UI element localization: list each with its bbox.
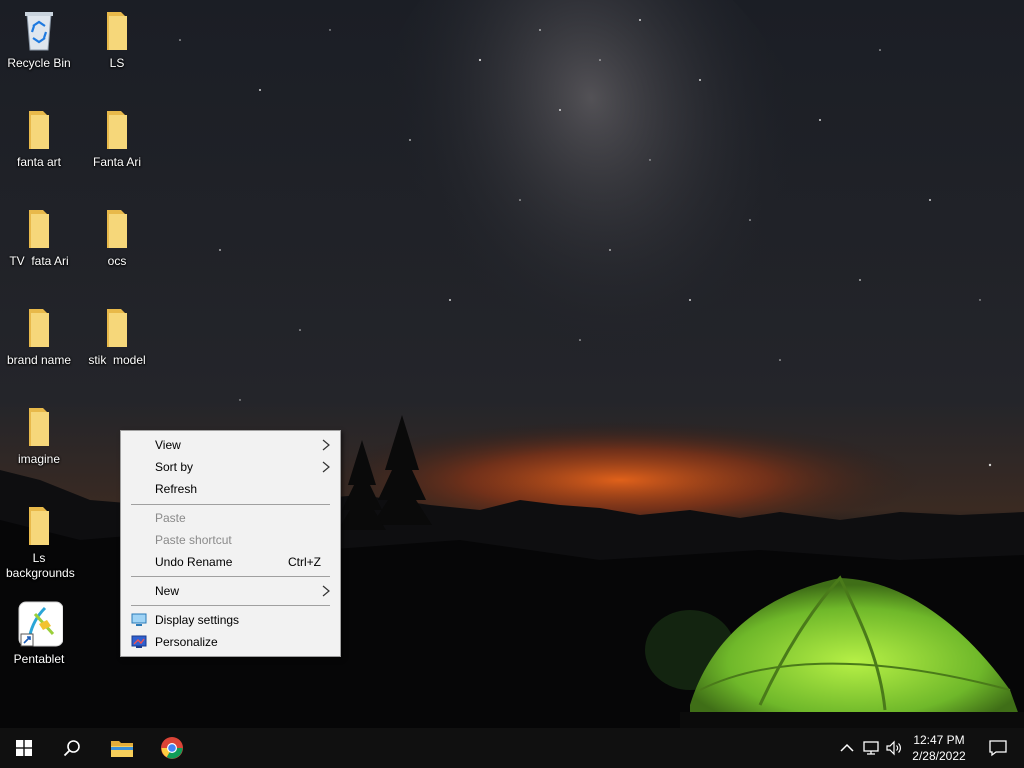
folder-icon [107,210,127,248]
menu-item-paste-shortcut[interactable]: Paste shortcut [122,529,339,551]
desktop-icon-folder-fanta-art[interactable]: fanta art [0,107,78,170]
folder-icon [107,12,127,50]
file-explorer-icon [111,741,133,757]
clock-date: 2/28/2022 [912,749,966,763]
desktop-icon-label: TV fata Ari [9,254,69,268]
desktop-icon-recycle-bin[interactable]: Recycle Bin [0,8,78,71]
notification-icon [989,740,1007,757]
pentablet-app-icon [18,601,63,647]
menu-item-display-settings[interactable]: Display settings [122,609,339,631]
menu-item-label: New [155,584,180,598]
menu-item-personalize[interactable]: Personalize [122,631,339,653]
folder-icon [29,309,49,347]
chrome-button[interactable] [148,728,196,768]
folder-icon [29,507,49,545]
chevron-right-icon [322,585,330,597]
desktop-icon-label: LS [109,56,125,70]
menu-item-refresh[interactable]: Refresh [122,478,339,500]
desktop-icon-folder-stik-model[interactable]: stik model [78,305,156,368]
folder-icon [29,210,49,248]
start-button[interactable] [0,728,48,768]
desktop-icon-label: Pentablet [13,652,65,666]
menu-item-paste[interactable]: Paste [122,507,339,529]
desktop-icon-label: brand name [6,353,72,367]
menu-item-label: Undo Rename [155,555,233,569]
menu-item-label: Refresh [155,482,198,496]
chevron-up-icon[interactable] [837,738,857,758]
network-icon[interactable] [861,738,881,758]
menu-separator [131,605,330,606]
menu-item-label: Paste shortcut [155,533,232,547]
menu-item-view[interactable]: View [122,434,339,456]
desktop-icon-label: stik model [88,353,146,367]
desktop-icon-folder-ls-backgrounds[interactable]: Ls backgrounds [0,503,78,581]
taskbar: 12:47 PM 2/28/2022 [0,728,1024,768]
chevron-right-icon [322,461,330,473]
desktop-icon-label: ocs [107,254,127,268]
desktop-context-menu: View Sort by Refresh Paste Paste shortcu… [120,430,341,657]
personalize-icon [131,635,147,648]
desktop-icon-folder-brand-name[interactable]: brand name [0,305,78,368]
menu-item-label: Paste [155,511,186,525]
desktop-icon-label: imagine [17,452,61,466]
menu-separator [131,504,330,505]
clock-time: 12:47 PM [913,733,965,747]
taskbar-clock[interactable]: 12:47 PM 2/28/2022 [906,732,972,764]
volume-icon[interactable] [884,738,904,758]
menu-item-label: Sort by [155,460,194,474]
folder-icon [107,309,127,347]
folder-icon [107,111,127,149]
action-center-button[interactable] [978,728,1018,768]
menu-item-label: Display settings [155,613,240,627]
desktop-icon-folder-fanta-ari[interactable]: Fanta Ari [78,107,156,170]
desktop-icon-label: fanta art [16,155,62,169]
desktop-icon-label: Ls backgrounds [6,551,75,580]
chevron-right-icon [322,439,330,451]
desktop-icon-folder-imagine[interactable]: imagine [0,404,78,467]
desktop-icon-folder-tv-fata-ari[interactable]: TV fata Ari [0,206,78,269]
desktop-icon-folder-ocs[interactable]: ocs [78,206,156,269]
display-settings-icon [131,613,147,626]
desktop-icon-folder-ls[interactable]: LS [78,8,156,71]
file-explorer-button[interactable] [98,728,146,768]
menu-item-new[interactable]: New [122,580,339,602]
windows-start-icon [16,740,32,756]
folder-icon [29,111,49,149]
folder-icon [29,408,49,446]
search-icon [63,740,80,757]
menu-item-label: Personalize [155,635,218,649]
desktop-icon-label: Fanta Ari [92,155,142,169]
menu-item-shortcut: Ctrl+Z [288,555,321,569]
search-button[interactable] [48,728,96,768]
desktop-icon-label: Recycle Bin [7,56,71,70]
desktop-icon-pentablet[interactable]: Pentablet [0,600,78,667]
recycle-bin-icon [25,12,53,51]
menu-item-label: View [155,438,181,452]
menu-item-undo-rename[interactable]: Undo Rename Ctrl+Z [122,551,339,573]
menu-item-sort-by[interactable]: Sort by [122,456,339,478]
menu-separator [131,576,330,577]
chrome-icon [161,737,183,759]
